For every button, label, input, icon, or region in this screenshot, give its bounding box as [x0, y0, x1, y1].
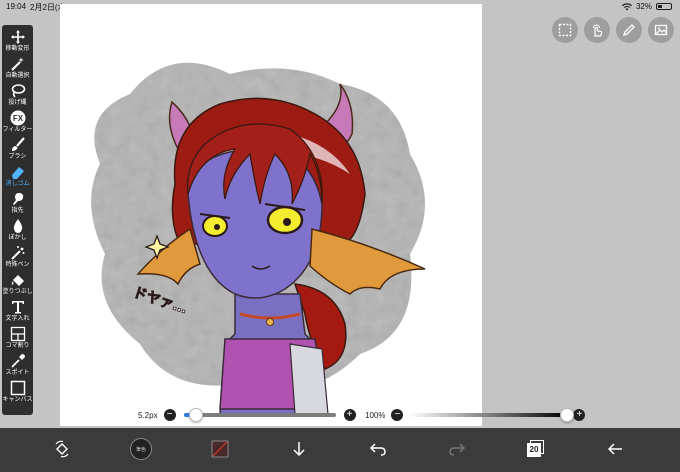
- opacity-slider[interactable]: [409, 408, 575, 422]
- artwork: ドヤァ…: [91, 62, 426, 415]
- brush-size-slider[interactable]: [183, 408, 336, 422]
- blur-drop-icon: [13, 219, 22, 233]
- tool-move[interactable]: 移動変形: [2, 27, 33, 57]
- tool-blur[interactable]: ぼかし: [2, 216, 33, 246]
- tool-eyedropper[interactable]: スポイト: [2, 351, 33, 381]
- battery-percent: 32%: [635, 2, 652, 11]
- opacity-minus-button[interactable]: −: [391, 409, 404, 421]
- move-icon: [10, 30, 25, 44]
- undo-icon: [369, 443, 386, 456]
- redo-icon: [449, 443, 466, 456]
- bucket-icon: [11, 275, 24, 286]
- special-pen-icon: [10, 246, 24, 260]
- pen-button[interactable]: [616, 17, 642, 43]
- tool-auto-select[interactable]: 自動選択: [2, 54, 33, 84]
- selection-button[interactable]: [552, 17, 578, 43]
- bottom-toolbar: 筆色 20: [0, 428, 680, 472]
- tool-label: 文字入れ: [5, 316, 30, 322]
- finger-icon: [12, 192, 23, 205]
- eyedropper-icon: [10, 354, 25, 368]
- tool-label: 投げ縄: [8, 100, 27, 106]
- brush-color-button[interactable]: 筆色: [128, 436, 154, 462]
- text-icon: [11, 301, 24, 314]
- opacity-plus-button[interactable]: +: [573, 409, 586, 421]
- tool-brush[interactable]: ブラシ: [2, 135, 33, 165]
- frame-divide-icon: [10, 326, 25, 342]
- tool-label: 移動変形: [5, 46, 30, 52]
- layers-icon: 20: [527, 440, 545, 458]
- battery-icon: [656, 3, 672, 10]
- tool-label: コマ割り: [5, 343, 30, 349]
- brush-size-control: 5.2px − +: [138, 406, 356, 424]
- tool-filter[interactable]: FX フィルター: [2, 108, 33, 138]
- layers-button[interactable]: 20: [523, 436, 549, 462]
- drawing-canvas[interactable]: ドヤァ…: [60, 4, 482, 426]
- tool-finger[interactable]: 指先: [2, 189, 33, 219]
- tool-label: 自動選択: [5, 73, 30, 79]
- brush-size-thumb[interactable]: [188, 408, 203, 422]
- tool-label: 指先: [11, 208, 24, 214]
- status-time: 19:04: [6, 2, 27, 11]
- tool-fill[interactable]: 塗りつぶし: [2, 270, 33, 300]
- brush-size-minus-button[interactable]: −: [163, 409, 176, 421]
- magic-wand-icon: [10, 57, 24, 71]
- save-down-button[interactable]: [286, 436, 312, 462]
- top-right-controls: [552, 17, 674, 43]
- brush-icon: [11, 137, 25, 151]
- opacity-label: 100%: [365, 410, 386, 420]
- undo-button[interactable]: [365, 436, 391, 462]
- back-button[interactable]: [602, 436, 628, 462]
- brush-size-label: 5.2px: [138, 410, 158, 420]
- wifi-icon: [621, 2, 632, 10]
- brush-size-plus-button[interactable]: +: [343, 409, 356, 421]
- brush-color-swatch: 筆色: [130, 438, 152, 460]
- color-chip-icon: [211, 440, 229, 458]
- color-chip-button[interactable]: [207, 436, 233, 462]
- layer-count: 20: [527, 443, 541, 457]
- tool-lasso[interactable]: 投げ縄: [2, 81, 33, 111]
- tool-frame-divide[interactable]: コマ割り: [2, 324, 33, 354]
- opacity-thumb[interactable]: [560, 408, 575, 422]
- tool-label: ぼかし: [8, 235, 27, 241]
- svg-text:FX: FX: [12, 114, 23, 123]
- arrow-left-icon: [607, 443, 622, 455]
- tool-palette: 移動変形 自動選択 投げ縄 FX フィルター ブラシ 消しゴム 指先 ぼかし 特…: [2, 25, 33, 415]
- redo-button[interactable]: [444, 436, 470, 462]
- tool-label: 特殊ペン: [5, 262, 30, 268]
- canvas-icon: [10, 380, 25, 396]
- brush-color-label: 筆色: [135, 446, 146, 453]
- image-icon: [654, 24, 668, 36]
- touch-button[interactable]: [584, 17, 610, 43]
- selection-icon: [558, 23, 572, 37]
- pen-icon: [622, 24, 635, 37]
- tool-label: キャンバス: [2, 397, 33, 403]
- transform-button[interactable]: [49, 436, 75, 462]
- tool-canvas[interactable]: キャンバス: [2, 378, 33, 408]
- touch-icon: [593, 24, 603, 37]
- tool-label: 塗りつぶし: [2, 289, 33, 295]
- tool-text[interactable]: 文字入れ: [2, 297, 33, 327]
- tool-label: スポイト: [5, 370, 30, 376]
- rotate-transform-icon: [55, 440, 69, 458]
- tool-eraser[interactable]: 消しゴム: [2, 162, 33, 192]
- status-right: 32%: [621, 2, 672, 11]
- opacity-control: 100% − +: [365, 406, 586, 424]
- tool-label: 消しゴム: [5, 181, 30, 187]
- lasso-icon: [11, 84, 25, 98]
- eraser-icon: [11, 167, 24, 179]
- fx-icon: FX: [10, 110, 25, 126]
- tool-label: ブラシ: [8, 154, 27, 160]
- arrow-down-icon: [293, 442, 305, 457]
- tool-label: フィルター: [2, 127, 33, 133]
- image-button[interactable]: [648, 17, 674, 43]
- tool-special-pen[interactable]: 特殊ペン: [2, 243, 33, 273]
